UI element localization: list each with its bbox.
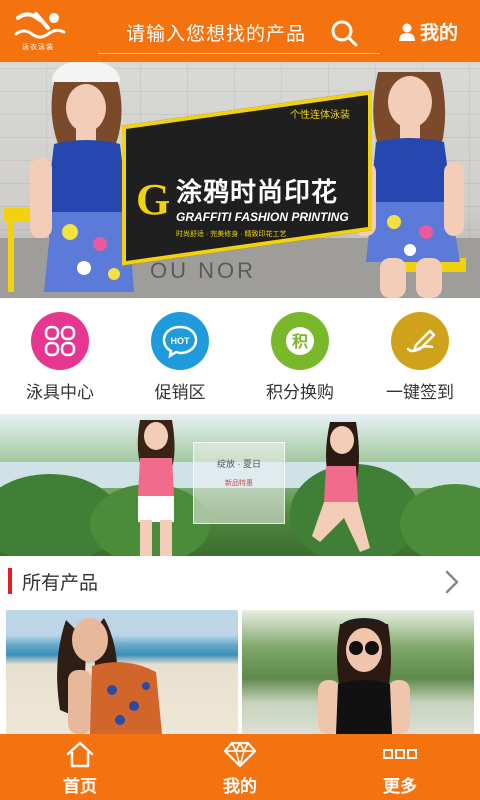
promo-card-line2: 新品特惠 [225,480,253,487]
product-grid [0,606,480,734]
brand-logo[interactable]: 泳衣泳装 [0,0,80,62]
banner-letter: G [136,175,171,224]
nav-home[interactable]: 首页 [0,734,160,800]
banner-tiny-text: 时尚舒适 · 完美修身 · 精致印花工艺 [176,231,287,238]
banner-subtitle: GRAFFITI FASHION PRINTING [176,210,349,224]
nav-more[interactable]: 更多 [320,734,480,800]
section-accent-bar [8,568,12,594]
model-pink-right-image [312,422,370,552]
all-products-header[interactable]: 所有产品 [0,556,480,606]
mine-button[interactable]: 我的 [398,18,458,45]
wall-text: OU NOR [150,258,256,283]
mine-label: 我的 [419,23,458,44]
diamond-icon [223,741,257,768]
quicknav-label: 积分换购 [266,383,334,402]
promo-banner[interactable]: 绽放 · 夏日 新品特惠 [0,414,480,556]
quick-nav: 泳具中心 HOT 促销区 积 积分换购 一键签到 [0,298,480,414]
hot-chat-icon: HOT [151,312,209,370]
quicknav-label: 促销区 [154,383,206,402]
chevron-right-icon[interactable] [444,569,460,595]
section-title: 所有产品 [22,572,99,594]
top-bar: 泳衣泳装 请输入您想找的产品 我的 [0,0,480,62]
quicknav-checkin[interactable]: 一键签到 [360,298,480,414]
points-icon: 积 [271,312,329,370]
promo-card-line1: 绽放 · 夏日 [217,459,261,469]
stool-leg [8,222,14,292]
svg-text:HOT: HOT [171,336,191,346]
quicknav-swim-gear[interactable]: 泳具中心 [0,298,120,414]
product-image [318,618,410,734]
hero-banner[interactable]: 个性连体泳装 G 涂鸦时尚印花 GRAFFITI FASHION PRINTIN… [0,62,480,298]
more-icon [383,749,417,759]
banner-tagline: 个性连体泳装 [290,110,350,121]
nav-label: 更多 [383,777,417,796]
nav-label: 首页 [63,777,97,796]
search-box[interactable]: 请输入您想找的产品 [98,10,380,54]
search-placeholder[interactable]: 请输入您想找的产品 [126,19,306,46]
product-image [57,618,162,734]
nav-mine[interactable]: 我的 [160,734,320,800]
search-icon[interactable] [330,19,358,47]
model-pink-left-image [137,420,175,556]
nav-label: 我的 [223,777,257,796]
grid-icon [31,312,89,370]
quicknav-promotions[interactable]: HOT 促销区 [120,298,240,414]
quicknav-label: 一键签到 [386,383,454,402]
pencil-icon [391,312,449,370]
logo-text: 泳衣泳装 [22,44,54,51]
quicknav-label: 泳具中心 [26,383,94,402]
user-icon [398,23,415,41]
swimmer-logo-icon [14,12,66,39]
product-card[interactable] [6,610,238,734]
svg-text:积: 积 [292,332,308,351]
banner-title: 涂鸦时尚印花 [176,177,339,207]
promo-card: 绽放 · 夏日 新品特惠 [193,442,285,524]
quicknav-points-exchange[interactable]: 积 积分换购 [240,298,360,414]
bottom-nav: 首页 我的 更多 [0,734,480,800]
product-card[interactable] [242,610,474,734]
home-icon [66,741,94,768]
search-underline [98,53,380,54]
